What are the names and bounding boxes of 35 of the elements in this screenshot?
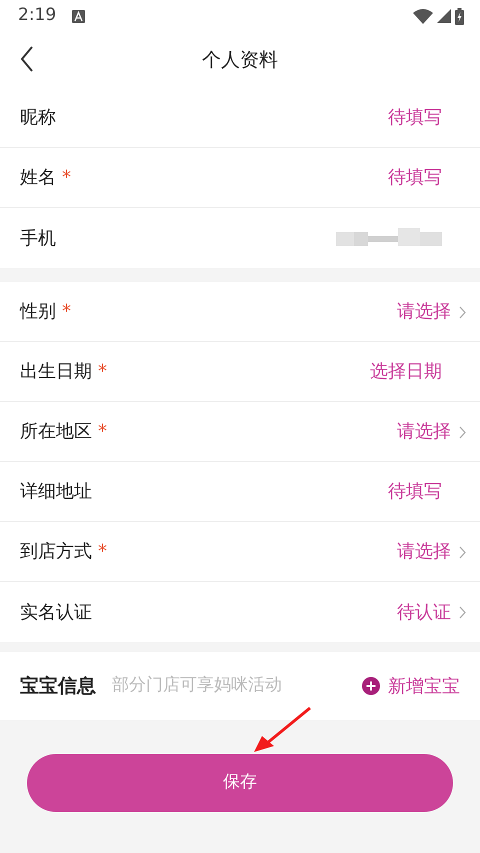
required-mark: *: [98, 360, 107, 384]
field-value[interactable]: 请选择: [397, 418, 451, 445]
add-icon: [362, 677, 380, 695]
field-value[interactable]: 选择日期: [370, 358, 442, 385]
required-mark: *: [98, 420, 107, 444]
field-value[interactable]: 待填写: [388, 104, 442, 131]
annotation-arrow: [252, 706, 312, 754]
page-title: 个人资料: [202, 48, 278, 73]
required-mark: *: [62, 166, 71, 190]
notification-icon: [72, 10, 86, 22]
required-mark: *: [62, 300, 71, 324]
field-value[interactable]: 待填写: [388, 164, 442, 191]
field-value[interactable]: 请选择: [397, 298, 451, 325]
field-value[interactable]: 请选择: [397, 538, 451, 565]
section-title: 宝宝信息: [20, 674, 96, 699]
required-mark: *: [98, 540, 107, 564]
battery-icon: [455, 8, 464, 24]
field-label: 昵称: [20, 106, 56, 130]
back-icon[interactable]: [20, 46, 34, 72]
field-label: 详细地址: [20, 480, 92, 504]
field-value[interactable]: 待填写: [388, 478, 442, 505]
field-label: 所在地区: [20, 420, 92, 444]
section-hint: 部分门店可享妈咪活动: [112, 674, 282, 698]
wifi-icon: [413, 8, 433, 24]
field-label: 手机: [20, 226, 56, 250]
field-label: 实名认证: [20, 600, 92, 624]
field-label: 到店方式: [20, 540, 92, 564]
field-label: 姓名: [20, 166, 56, 190]
save-button[interactable]: 保存: [27, 754, 453, 812]
signal-icon: [437, 9, 451, 23]
status-time: 2:19: [18, 4, 56, 28]
add-baby-button[interactable]: 新增宝宝: [362, 672, 460, 700]
field-label: 性别: [20, 300, 56, 324]
field-value[interactable]: 待认证: [397, 598, 451, 626]
field-label: 出生日期: [20, 360, 92, 384]
